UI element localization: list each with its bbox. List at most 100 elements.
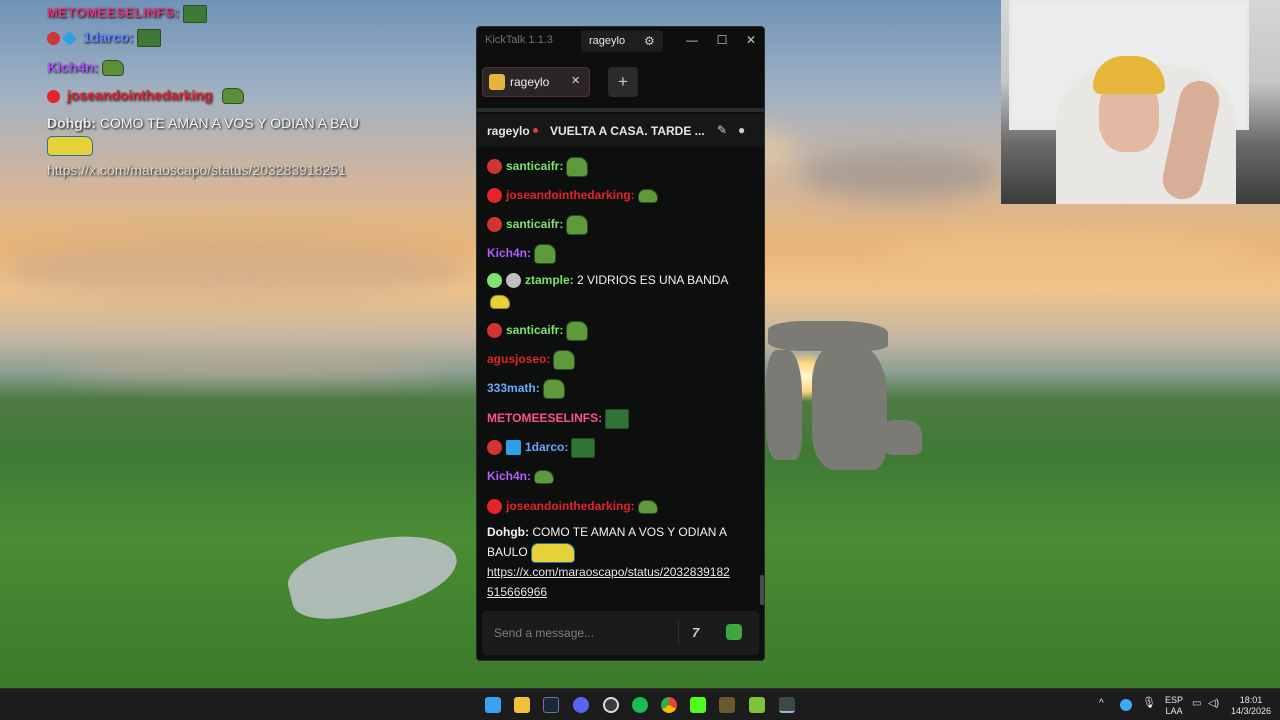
language-indicator[interactable]: ESP LAA [1164, 695, 1184, 717]
chat-text: COMO TE AMAN A VOS Y ODIAN A [532, 525, 728, 539]
badge-icon [487, 188, 502, 204]
gear-icon[interactable]: ⚙ [644, 34, 655, 48]
file-explorer-icon[interactable] [514, 697, 530, 713]
badge-icon [487, 273, 502, 289]
overlay-username: joseandointhedarking [66, 87, 213, 103]
chat-username[interactable]: agusjoseo: [487, 352, 550, 366]
chevron-up-icon[interactable]: ^ [1099, 698, 1104, 709]
overlay-line: Dohgb: COMO TE AMAN A VOS Y ODIAN A BAU [47, 114, 359, 132]
chat-message-continued: BAULO [487, 542, 575, 563]
chat-scrollbar[interactable] [760, 575, 764, 605]
chat-username[interactable]: 1darco: [525, 440, 568, 454]
live-indicator [533, 128, 538, 133]
kick-icon[interactable] [690, 697, 706, 713]
emote-icon [637, 499, 658, 514]
tab-label: rageylo [510, 75, 550, 89]
badge-icon [47, 89, 60, 103]
emote-icon [637, 188, 658, 203]
badge-icon [487, 159, 502, 175]
taskbar: ^ 🎙 ESP LAA ▭ ◁) 18:01 14/3/2026 [0, 688, 1280, 720]
emote-icon [566, 320, 589, 341]
discord-icon[interactable] [573, 697, 589, 713]
channel-name: rageylo [487, 124, 530, 138]
overlay-line [47, 136, 93, 157]
pin-icon[interactable]: ✎ [717, 123, 731, 137]
clock-time: 18:01 [1239, 695, 1263, 705]
divider [678, 621, 679, 645]
chat-username[interactable]: joseandointhedarking: [506, 188, 635, 202]
badge-icon [487, 440, 502, 456]
emote-icon [571, 437, 596, 458]
spotify-icon[interactable] [632, 697, 648, 713]
clock[interactable]: 18:01 14/3/2026 [1226, 695, 1276, 717]
start-icon[interactable] [485, 697, 501, 713]
emote-icon [605, 408, 630, 429]
chat-link[interactable]: https://x.com/maraoscapo/status/20328391… [487, 562, 730, 582]
chat-username[interactable]: METOMEESELINFS: [487, 411, 602, 425]
stream-title: VUELTA A CASA. TARDE ... [550, 124, 705, 138]
chat-message: 1darco: [487, 437, 596, 458]
emote-icon [566, 156, 589, 177]
overlay-line: Kich4n: [47, 58, 125, 77]
overlay-username: METOMEESELINFS: [47, 5, 180, 20]
volume-icon[interactable]: ◁) [1208, 698, 1219, 709]
chat-username[interactable]: Kich4n: [487, 469, 531, 483]
chrome-icon[interactable] [661, 697, 677, 713]
obs-icon[interactable] [603, 697, 619, 713]
title-bar[interactable]: KickTalk 1.1.3 rageylo ⚙ — ☐ ✕ [477, 27, 764, 55]
mic-icon[interactable]: 🎙 [1142, 698, 1156, 709]
user-menu[interactable]: rageylo ⚙ [581, 30, 663, 52]
tab-row: rageylo ✕ + [477, 61, 764, 105]
cloud [60, 355, 440, 380]
chat-messages: santicaifr: joseandointhedarking: santic… [477, 148, 757, 608]
maximize-button[interactable]: ☐ [715, 33, 729, 47]
overlay-username: Dohgb: [47, 115, 96, 131]
seventv-emote-button[interactable]: 7 [692, 625, 699, 640]
minimize-button[interactable]: — [685, 33, 699, 47]
chat-message: santicaifr: [487, 156, 589, 177]
chat-username[interactable]: Kich4n: [487, 246, 531, 260]
close-tab-icon[interactable]: ✕ [571, 74, 580, 87]
message-input-bar: 7 [482, 611, 759, 655]
emote-icon [566, 214, 589, 235]
overlay-line: 1darco: [47, 28, 162, 48]
message-input[interactable] [482, 611, 677, 655]
kicktalk-icon[interactable] [779, 697, 795, 713]
overlay-line: https://x.com/maraoscapo/status/20328391… [47, 161, 346, 179]
chat-username[interactable]: 333math: [487, 381, 540, 395]
chat-username[interactable]: santicaifr: [506, 217, 563, 231]
close-button[interactable]: ✕ [744, 33, 758, 47]
overlay-line: joseandointhedarking [47, 86, 245, 105]
chat-message: santicaifr: [487, 214, 589, 235]
chat-username[interactable]: joseandointhedarking: [506, 499, 635, 513]
kick-emote-button[interactable] [726, 624, 742, 640]
app-title: KickTalk 1.1.3 [485, 34, 553, 46]
shield-icon[interactable] [1120, 699, 1132, 711]
chat-username[interactable]: santicaifr: [506, 323, 563, 337]
cloud [800, 150, 1000, 200]
chat-link[interactable]: 515666966 [487, 582, 547, 602]
cube-icon[interactable] [749, 697, 765, 713]
add-tab-button[interactable]: + [608, 67, 638, 97]
tab-rageylo[interactable]: rageylo ✕ [482, 67, 590, 97]
emote-icon [553, 349, 576, 370]
overlay-username: Kich4n: [47, 59, 99, 75]
steam-icon[interactable] [543, 697, 559, 713]
chat-username[interactable]: ztample: [525, 273, 574, 287]
user-icon[interactable]: ● [738, 123, 752, 137]
monitor-icon[interactable]: ▭ [1192, 698, 1201, 709]
standing-stone [812, 345, 887, 470]
chat-message: santicaifr: [487, 320, 589, 341]
emote-icon [530, 542, 575, 563]
cloud [880, 230, 1260, 280]
badge-icon [487, 323, 502, 339]
overlay-line: METOMEESELINFS: [47, 4, 208, 23]
chat-username[interactable]: santicaifr: [506, 159, 563, 173]
emote-icon [137, 29, 162, 48]
small-stone [882, 420, 922, 455]
minecraft-icon[interactable] [719, 697, 735, 713]
chat-message: Kich4n: [487, 243, 557, 264]
badge-icon [487, 499, 502, 515]
chat-username[interactable]: Dohgb: [487, 525, 529, 539]
chat-message: joseandointhedarking: [487, 185, 658, 205]
